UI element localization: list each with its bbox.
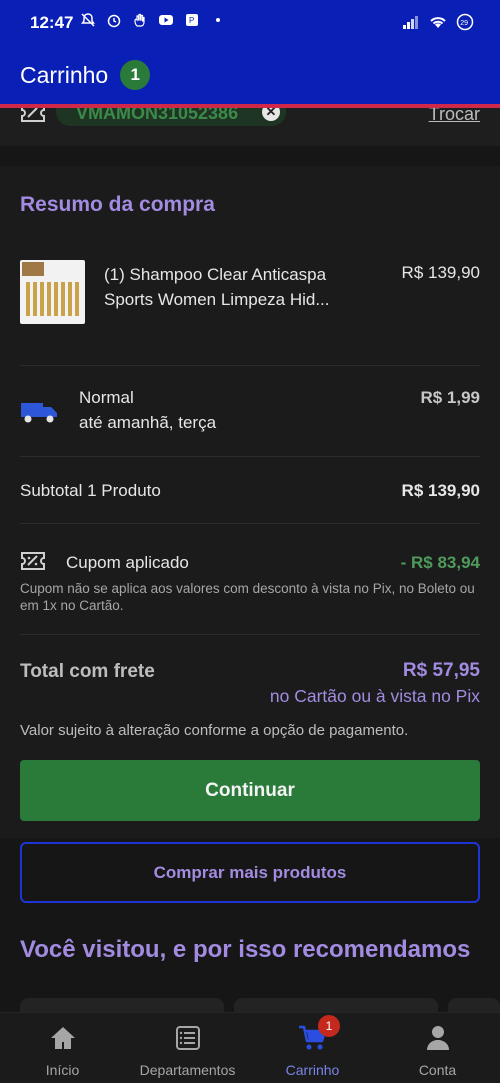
subtotal-value: R$ 139,90 <box>401 481 480 500</box>
bottom-nav: Início Departamentos Carrinho Conta <box>0 1012 500 1083</box>
coupon-note: Cupom não se aplica aos valores com desc… <box>20 581 475 613</box>
total-disclaimer: Valor sujeito à alteração conforme a opç… <box>20 722 409 739</box>
shipping-eta: até amanhã, terça <box>79 413 217 432</box>
purchase-summary-card: Resumo da compra (1) Shampoo Clear Antic… <box>0 166 500 838</box>
app-icon: P <box>186 14 198 26</box>
divider <box>20 456 480 457</box>
notification-icons: P <box>80 12 226 28</box>
header-title-row: Carrinho 1 <box>20 60 151 90</box>
list-icon <box>175 1026 200 1050</box>
total-value: R$ 57,95 <box>402 660 480 681</box>
coupon-discount-value: - R$ 83,94 <box>400 553 480 572</box>
wifi-icon <box>430 17 446 28</box>
system-icons: 29 <box>402 13 474 31</box>
youtube-icon <box>159 15 173 25</box>
nav-label-account: Conta <box>418 1062 457 1078</box>
home-icon <box>50 1027 75 1049</box>
status-bar: 12:47 P 29 <box>0 0 500 46</box>
shipping-price: R$ 1,99 <box>420 388 480 407</box>
page-title: Carrinho <box>20 61 109 88</box>
svg-text:P: P <box>189 16 194 25</box>
nav-label-departments: Departamentos <box>139 1062 236 1078</box>
cart-nav-badge: 1 <box>318 1015 340 1037</box>
continue-button[interactable]: Continuar <box>20 760 480 821</box>
truck-icon <box>21 403 57 423</box>
total-payment-note: no Cartão ou à vista no Pix <box>269 686 480 706</box>
nav-label-cart: Carrinho <box>285 1062 340 1078</box>
battery-icon: 29 <box>456 13 474 31</box>
divider <box>20 365 480 366</box>
divider <box>20 634 480 635</box>
account-icon <box>426 1026 449 1050</box>
buy-more-products-button[interactable]: Comprar mais produtos <box>20 842 480 903</box>
product-image[interactable] <box>20 260 85 324</box>
app-header: 12:47 P 29 Carrinho 1 <box>0 0 500 108</box>
nav-cart[interactable]: Carrinho <box>250 1013 375 1083</box>
nav-account[interactable]: Conta <box>375 1013 500 1083</box>
coupon-icon <box>21 552 45 570</box>
dot-icon <box>216 18 220 22</box>
signal-icon <box>403 16 418 29</box>
nav-label-home: Início <box>45 1062 80 1078</box>
status-time: 12:47 <box>30 13 74 32</box>
nav-home[interactable]: Início <box>0 1013 125 1083</box>
total-label: Total com frete <box>20 661 155 682</box>
shipping-type: Normal <box>79 388 134 407</box>
product-name[interactable]: (1) Shampoo Clear Anticaspa Sports Women… <box>104 262 364 312</box>
product-price: R$ 139,90 <box>401 263 480 282</box>
cart-count-badge: 1 <box>120 60 151 90</box>
mute-bell-icon <box>81 13 95 27</box>
svg-text:29: 29 <box>460 20 468 27</box>
subtotal-label: Subtotal 1 Produto <box>20 481 161 500</box>
nav-departments[interactable]: Departamentos <box>125 1013 250 1083</box>
coupon-applied-label: Cupom aplicado <box>66 553 189 572</box>
summary-title: Resumo da compra <box>20 193 215 216</box>
hand-icon <box>134 13 145 27</box>
recommendations-title: Você visitou, e por isso recomendamos <box>20 936 471 963</box>
divider <box>20 523 480 524</box>
alarm-icon <box>107 14 121 28</box>
